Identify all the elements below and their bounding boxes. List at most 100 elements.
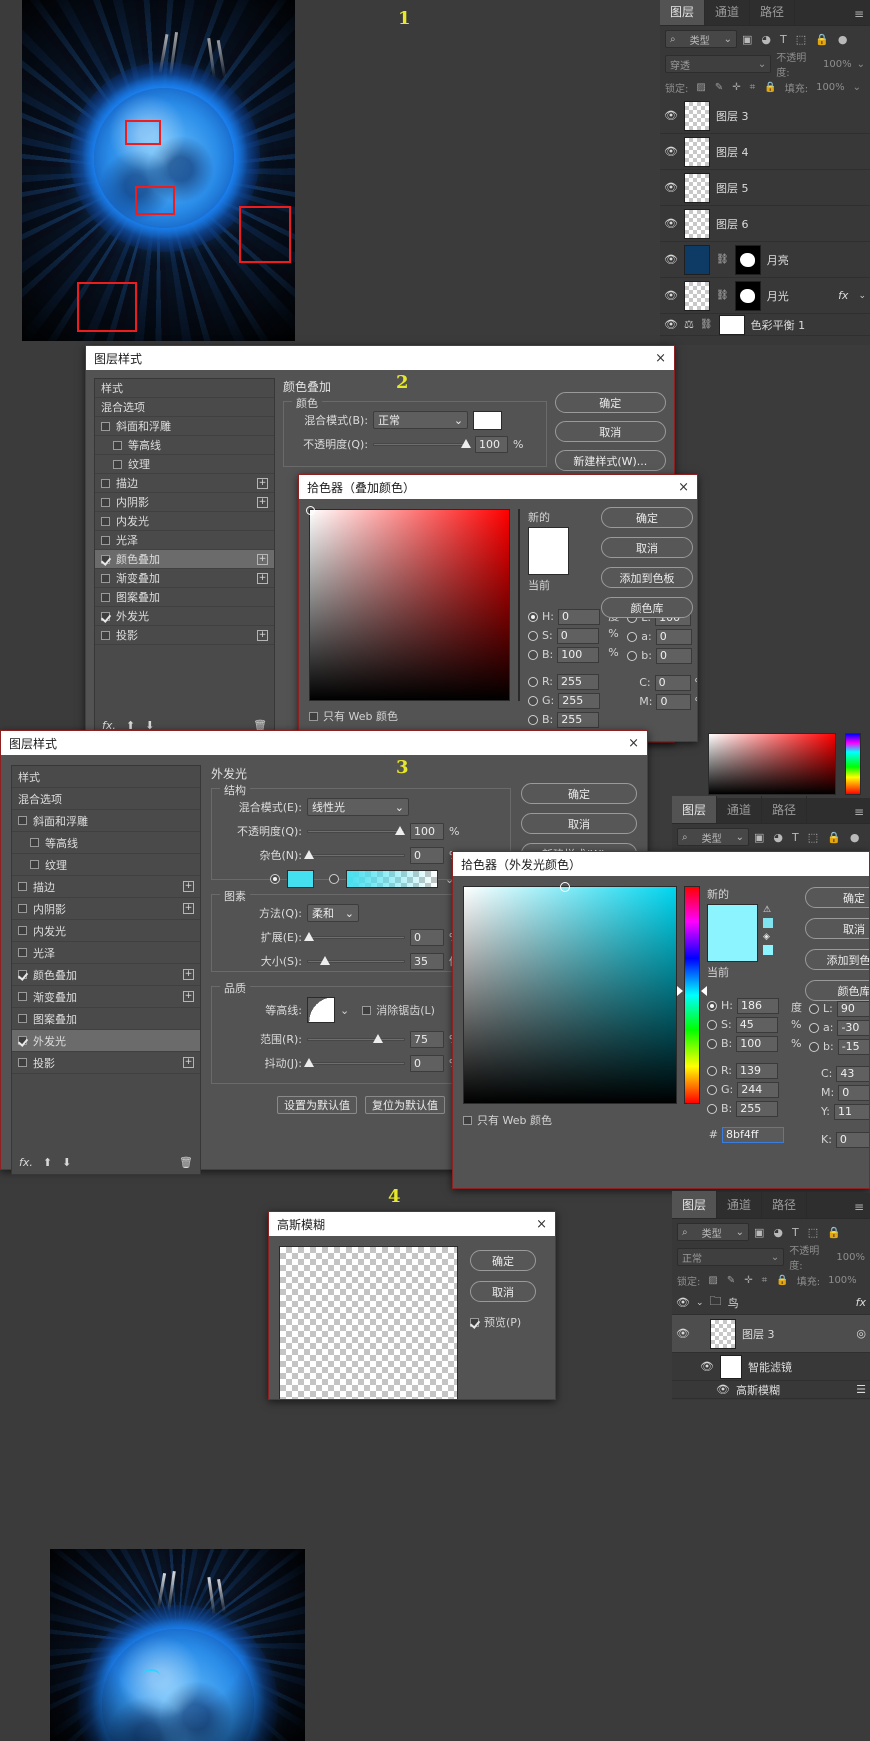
table-row[interactable]: 👁 图层 6 bbox=[660, 206, 870, 242]
chevron-down-icon[interactable]: ⌄ bbox=[853, 82, 861, 93]
image-filter-icon[interactable]: ▣ bbox=[742, 33, 752, 46]
radio-g[interactable] bbox=[528, 695, 538, 706]
noise-slider[interactable] bbox=[304, 848, 405, 862]
checkbox[interactable] bbox=[18, 992, 27, 1001]
fx-icon[interactable]: fx. bbox=[19, 1156, 33, 1169]
radio-lab-b[interactable] bbox=[809, 1041, 819, 1052]
lock-transparency-icon[interactable]: ▨ bbox=[708, 1275, 717, 1286]
radio-lab-b[interactable] bbox=[627, 650, 638, 661]
chevron-down-icon[interactable]: ⌄ bbox=[858, 291, 866, 301]
checkbox[interactable] bbox=[101, 516, 110, 526]
cancel-button[interactable]: 取消 bbox=[805, 918, 869, 939]
saturation-brightness-field[interactable] bbox=[306, 506, 510, 701]
radio-r[interactable] bbox=[528, 676, 538, 687]
blend-mode-select[interactable]: 线性光 ⌄ bbox=[307, 798, 409, 816]
blend-mode-select[interactable]: 正常 ⌄ bbox=[373, 411, 469, 429]
opacity-slider[interactable] bbox=[307, 824, 405, 838]
table-row[interactable]: 👁 图层 3 ◎ bbox=[672, 1315, 870, 1353]
layer-visibility-icon[interactable]: 👁 bbox=[700, 1360, 714, 1373]
checkbox[interactable] bbox=[101, 592, 110, 602]
checkbox[interactable] bbox=[18, 948, 27, 957]
fill-value[interactable]: 100% bbox=[828, 1275, 857, 1286]
radio-g[interactable] bbox=[707, 1084, 717, 1095]
table-row[interactable]: 👁 图层 5 bbox=[660, 170, 870, 206]
antialias-checkbox[interactable] bbox=[362, 1005, 372, 1015]
image-filter-icon[interactable]: ▣ bbox=[754, 1226, 764, 1239]
checkbox[interactable] bbox=[30, 860, 39, 869]
fx-icon[interactable]: fx bbox=[838, 289, 848, 302]
checkbox[interactable] bbox=[18, 1014, 27, 1023]
style-item-pattern-overlay[interactable]: 图案叠加 bbox=[95, 588, 275, 607]
cancel-button[interactable]: 取消 bbox=[470, 1281, 536, 1302]
add-swatch-button[interactable]: 添加到色板 bbox=[601, 567, 693, 588]
y-input[interactable]: 11 bbox=[833, 1103, 869, 1120]
hex-input[interactable]: 8bf4ff bbox=[722, 1126, 784, 1143]
web-only-checkbox[interactable] bbox=[463, 1115, 472, 1125]
add-effect-icon[interactable]: + bbox=[257, 496, 269, 508]
opacity-input[interactable]: 100 bbox=[410, 822, 444, 840]
style-item-color-overlay[interactable]: 颜色叠加 + bbox=[12, 964, 200, 986]
style-item-bevel[interactable]: 斜面和浮雕 bbox=[12, 810, 200, 832]
preview-checkbox[interactable] bbox=[470, 1317, 479, 1327]
adjustment-filter-icon[interactable]: ◕ bbox=[773, 1226, 783, 1239]
style-item-drop-shadow[interactable]: 投影 + bbox=[12, 1052, 200, 1074]
r-input[interactable]: 139 bbox=[736, 1062, 779, 1079]
style-item-stroke[interactable]: 描边 + bbox=[12, 876, 200, 898]
mask-circle-icon[interactable]: ◎ bbox=[856, 1327, 866, 1340]
reset-default-button[interactable]: 复位为默认值 bbox=[365, 1096, 445, 1114]
filter-options-icon[interactable]: ☰ bbox=[856, 1383, 866, 1396]
r-input[interactable]: 255 bbox=[557, 673, 600, 690]
group-expand-icon[interactable]: ⌄ bbox=[696, 1298, 704, 1308]
checkbox[interactable] bbox=[101, 554, 110, 564]
checkbox[interactable] bbox=[101, 535, 110, 545]
filter-kind-select[interactable]: ⌕ 类型 ⌄ bbox=[665, 30, 737, 48]
checkbox[interactable] bbox=[18, 816, 27, 825]
style-item-outer-glow[interactable]: 外发光 bbox=[95, 607, 275, 626]
style-list-header-blending[interactable]: 混合选项 bbox=[95, 398, 275, 417]
glow-color-swatch[interactable] bbox=[287, 870, 314, 888]
g-input[interactable]: 255 bbox=[558, 692, 601, 709]
ok-button[interactable]: 确定 bbox=[554, 392, 666, 413]
image-filter-icon[interactable]: ▣ bbox=[754, 831, 764, 844]
checkbox[interactable] bbox=[101, 478, 110, 488]
style-item-satin[interactable]: 光泽 bbox=[95, 531, 275, 550]
spread-input[interactable]: 0 bbox=[410, 928, 444, 946]
style-list-header-styles[interactable]: 样式 bbox=[12, 766, 200, 788]
more-filter-icon[interactable]: ● bbox=[850, 831, 860, 844]
opacity-value[interactable]: 100% bbox=[836, 1252, 865, 1263]
fx-icon[interactable]: fx bbox=[856, 1296, 866, 1309]
websafe-alt-swatch[interactable] bbox=[763, 945, 773, 955]
trash-icon[interactable]: 🗑 bbox=[179, 1156, 193, 1169]
lock-artboard-icon[interactable]: ⌗ bbox=[750, 82, 756, 93]
checkbox[interactable] bbox=[101, 611, 110, 621]
opacity-value[interactable]: 100% bbox=[823, 59, 852, 70]
lock-all-icon[interactable]: 🔒 bbox=[776, 1275, 788, 1286]
more-filter-icon[interactable]: ● bbox=[838, 33, 848, 46]
radio-b[interactable] bbox=[528, 649, 538, 660]
overlay-color-swatch[interactable] bbox=[473, 410, 503, 430]
style-list-header-styles[interactable]: 样式 bbox=[95, 379, 275, 398]
opacity-slider[interactable] bbox=[373, 437, 472, 451]
lock-image-icon[interactable]: ✎ bbox=[715, 82, 723, 93]
m-input[interactable]: 0 bbox=[838, 1084, 869, 1101]
lock-artboard-icon[interactable]: ⌗ bbox=[762, 1275, 768, 1286]
mask-link-icon[interactable]: ⛓ bbox=[716, 254, 729, 265]
color-library-button[interactable]: 颜色库 bbox=[601, 597, 693, 618]
tab-layers[interactable]: 图层 bbox=[672, 796, 718, 823]
style-item-inner-shadow[interactable]: 内阴影 + bbox=[12, 898, 200, 920]
set-default-button[interactable]: 设置为默认值 bbox=[277, 1096, 357, 1114]
layer-visibility-icon[interactable]: 👁 bbox=[664, 109, 678, 122]
radio-h[interactable] bbox=[528, 611, 538, 622]
add-swatch-button[interactable]: 添加到色板 bbox=[805, 949, 869, 970]
jitter-slider[interactable] bbox=[304, 1056, 405, 1070]
blur-preview[interactable] bbox=[279, 1246, 458, 1399]
radio-solid-color[interactable] bbox=[270, 874, 280, 884]
layer-visibility-icon[interactable]: 👁 bbox=[676, 1296, 690, 1309]
radio-b[interactable] bbox=[707, 1038, 717, 1049]
radio-bl[interactable] bbox=[707, 1103, 717, 1114]
saturation-brightness-field[interactable] bbox=[463, 882, 677, 1104]
tab-paths[interactable]: 路径 bbox=[762, 796, 808, 823]
table-row[interactable]: 👁 图层 4 bbox=[660, 134, 870, 170]
style-item-drop-shadow[interactable]: 投影 + bbox=[95, 626, 275, 645]
style-item-inner-glow[interactable]: 内发光 bbox=[95, 512, 275, 531]
